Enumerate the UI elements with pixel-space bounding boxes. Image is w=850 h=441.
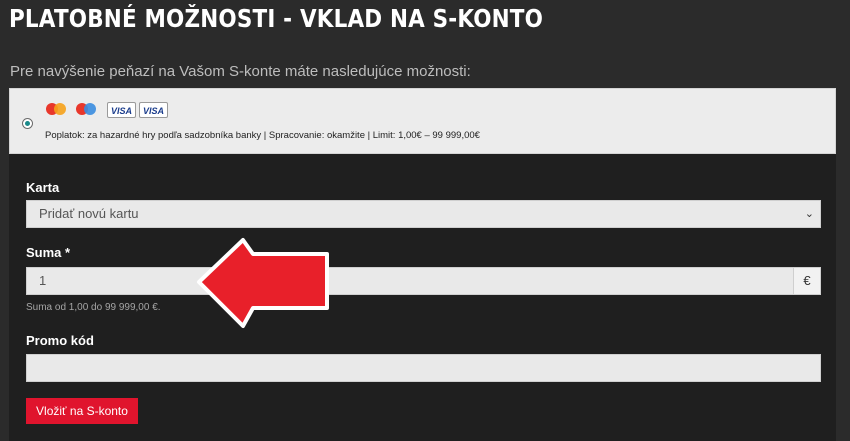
currency-addon: €: [793, 268, 820, 294]
deposit-submit-button[interactable]: Vložiť na S-konto: [26, 398, 138, 424]
chevron-down-icon: ⌄: [804, 208, 814, 220]
payment-option-card[interactable]: VISA VISA Poplatok: za hazardné hry podľ…: [9, 88, 836, 154]
payment-logos: VISA VISA: [44, 101, 168, 118]
amount-input[interactable]: 1 €: [26, 267, 821, 295]
payment-option-radio[interactable]: [22, 118, 33, 129]
mastercard-icon: [44, 101, 71, 118]
card-label: Karta: [26, 180, 60, 195]
page-subtitle: Pre navýšenie peňazí na Vašom S-konte má…: [10, 63, 471, 80]
visa-icon: VISA: [107, 101, 136, 118]
promo-label: Promo kód: [26, 333, 94, 348]
card-select[interactable]: Pridať novú kartu ⌄: [26, 200, 821, 228]
red-arrow-annotation: [197, 238, 329, 328]
visa-icon: VISA: [139, 101, 168, 118]
promo-code-input[interactable]: [26, 354, 821, 382]
amount-label: Suma *: [26, 245, 71, 260]
page-title: PLATOBNÉ MOŽNOSTI - VKLAD NA S-KONTO: [9, 4, 544, 33]
payment-option-info: Poplatok: za hazardné hry podľa sadzobní…: [45, 130, 480, 141]
amount-hint: Suma od 1,00 do 99 999,00 €.: [26, 302, 161, 313]
amount-value: 1: [39, 273, 47, 288]
card-select-value: Pridať novú kartu: [39, 206, 139, 221]
maestro-icon: [74, 101, 101, 118]
